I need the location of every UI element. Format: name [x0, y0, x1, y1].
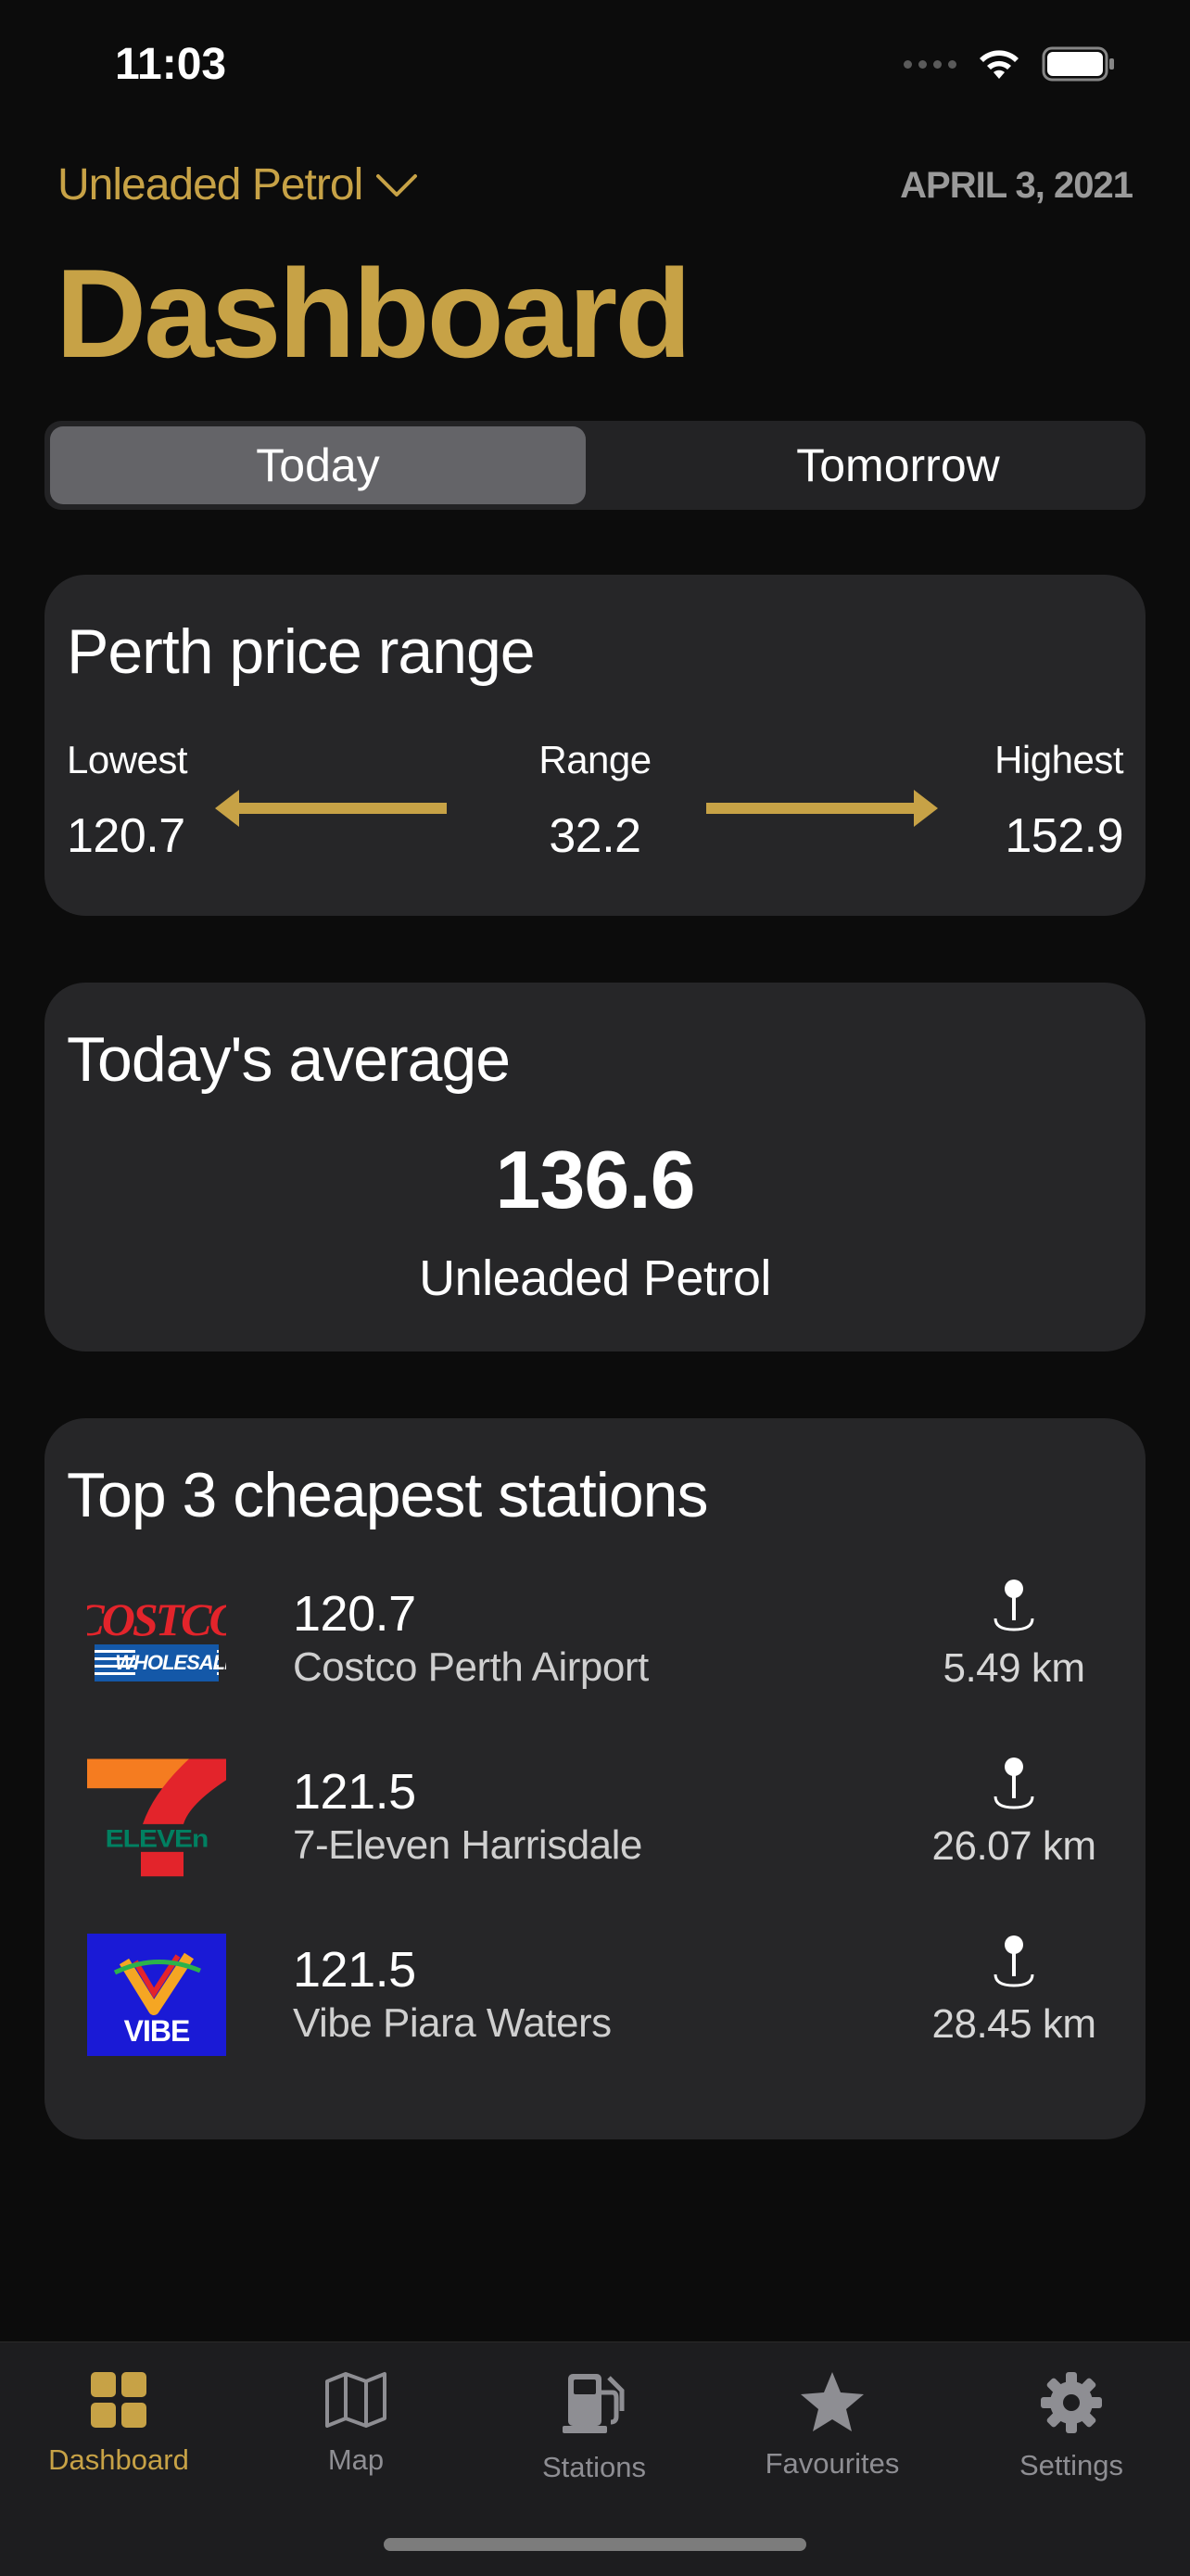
tab-dashboard[interactable]: Dashboard: [0, 2370, 237, 2477]
highest-value: 152.9: [1005, 809, 1123, 863]
svg-text:VIBE: VIBE: [124, 2014, 190, 2048]
price-range-title: Perth price range: [67, 616, 536, 687]
station-row[interactable]: ELEVEn 121.5 7-Eleven Harrisdale 26.07 k…: [87, 1756, 1107, 1878]
station-distance-group: 5.49 km: [921, 1578, 1107, 1692]
day-segmented-control: Today Tomorrow: [44, 421, 1146, 510]
tab-label: Settings: [1019, 2449, 1123, 2481]
tab-label: Stations: [541, 2451, 646, 2483]
range-column: Range 32.2: [530, 738, 660, 864]
average-card: Today's average 136.6 Unleaded Petrol: [44, 983, 1146, 1351]
average-value: 136.6: [495, 1134, 695, 1225]
tab-settings[interactable]: Settings: [953, 2370, 1190, 2482]
station-distance-group: 26.07 km: [921, 1756, 1107, 1870]
station-distance: 28.45 km: [931, 2001, 1096, 2047]
highest-label: Highest: [994, 738, 1123, 781]
svg-text:COSTCO: COSTCO: [87, 1593, 226, 1645]
top-stations-title: Top 3 cheapest stations: [67, 1460, 708, 1530]
page-title: Dashboard: [56, 243, 691, 384]
station-row[interactable]: VIBE 121.5 Vibe Piara Waters 28.45 km: [87, 1934, 1107, 2056]
svg-text:ELEVEn: ELEVEn: [106, 1824, 209, 1852]
highest-column: Highest 152.9: [994, 738, 1123, 864]
wifi-icon: [980, 50, 1019, 79]
segment-tomorrow[interactable]: Tomorrow: [630, 426, 1166, 504]
chevron-down-icon: [376, 173, 418, 197]
tab-label: Map: [327, 2443, 385, 2476]
dashboard-grid-icon: [91, 2372, 146, 2428]
gear-icon: [1041, 2372, 1102, 2433]
star-icon: [801, 2372, 864, 2431]
station-name: Costco Perth Airport: [293, 1644, 649, 1690]
tab-label: Dashboard: [48, 2443, 189, 2476]
tab-map[interactable]: Map: [237, 2370, 475, 2477]
7-eleven-logo: ELEVEn: [87, 1756, 226, 1878]
station-price: 120.7: [293, 1586, 416, 1642]
home-indicator: [384, 2538, 806, 2551]
current-date: APRIL 3, 2021: [900, 165, 1133, 206]
status-icons: [904, 46, 1116, 82]
tab-label: Favourites: [765, 2447, 900, 2480]
lowest-column: Lowest 120.7: [67, 738, 188, 864]
station-name: 7-Eleven Harrisdale: [293, 1822, 642, 1868]
location-pin-icon: [994, 1935, 1034, 1987]
tab-favourites[interactable]: Favourites: [714, 2370, 951, 2481]
fuel-type-label: Unleaded Petrol: [57, 160, 363, 209]
station-price: 121.5: [293, 1764, 416, 1820]
tab-stations[interactable]: Stations: [475, 2370, 713, 2484]
location-pin-icon: [994, 1580, 1034, 1631]
top-stations-card: Top 3 cheapest stations COSTCO WHOLESALE…: [44, 1418, 1146, 2139]
battery-icon: [1042, 46, 1114, 82]
svg-text:WHOLESALE: WHOLESALE: [115, 1651, 226, 1674]
fuel-pump-icon: [563, 2374, 625, 2433]
status-time: 11:03: [115, 40, 227, 89]
range-label: Range: [538, 738, 652, 781]
arrow-right-icon: [706, 790, 938, 827]
average-fuel-type: Unleaded Petrol: [419, 1250, 771, 1306]
station-name: Vibe Piara Waters: [293, 2000, 612, 2046]
station-distance: 5.49 km: [943, 1645, 1085, 1691]
station-row[interactable]: COSTCO WHOLESALE 120.7 Costco Perth Airp…: [87, 1578, 1107, 1700]
arrow-left-icon: [215, 790, 447, 827]
location-pin-icon: [994, 1758, 1034, 1809]
fuel-type-selector[interactable]: Unleaded Petrol: [57, 159, 418, 210]
cellular-signal-icon: [904, 59, 956, 69]
range-value: 32.2: [549, 809, 641, 863]
station-distance: 26.07 km: [931, 1823, 1096, 1869]
price-range-card: Perth price range Lowest 120.7 Range 32.…: [44, 575, 1146, 916]
map-icon: [325, 2372, 386, 2428]
vibe-logo: VIBE: [87, 1934, 226, 2056]
lowest-value: 120.7: [67, 809, 185, 863]
average-title: Today's average: [67, 1024, 511, 1095]
station-distance-group: 28.45 km: [921, 1934, 1107, 2048]
costco-logo: COSTCO WHOLESALE: [87, 1578, 226, 1700]
station-price: 121.5: [293, 1942, 416, 1998]
lowest-label: Lowest: [67, 738, 188, 781]
segment-today[interactable]: Today: [50, 426, 586, 504]
